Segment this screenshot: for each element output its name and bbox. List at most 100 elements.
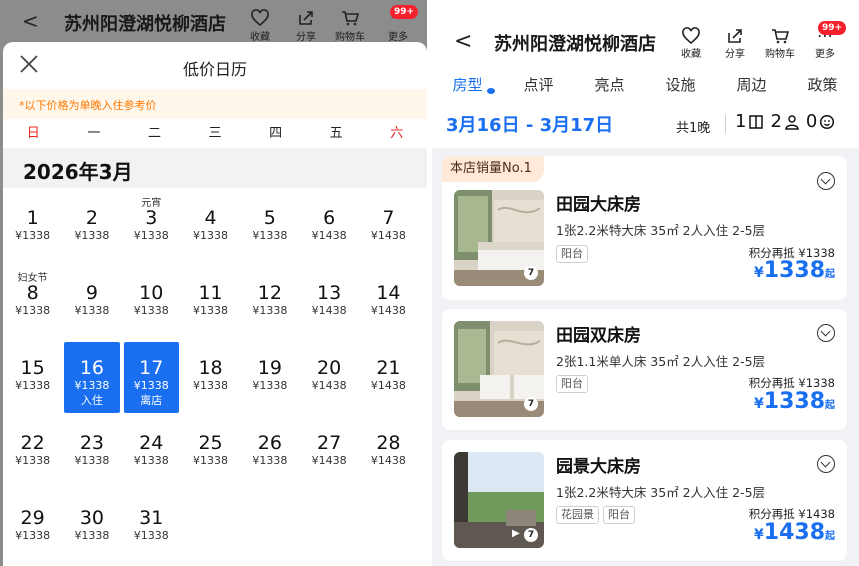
stay-selector[interactable]: 3月16日 - 3月17日 共1晚 1 2 0 — [432, 108, 859, 140]
calendar-day-check-out[interactable]: 17 ¥1338 离店 — [122, 340, 181, 415]
calendar-day[interactable]: 30 ¥1338 — [62, 490, 121, 565]
calendar-day[interactable]: 28 ¥1438 — [359, 415, 418, 490]
calendar-day[interactable]: 6 ¥1438 — [299, 190, 358, 265]
favorite-button[interactable]: 收藏 — [240, 8, 280, 43]
calendar-day[interactable]: 元宵 3 ¥1338 — [122, 190, 181, 265]
day-number: 26 — [257, 432, 282, 454]
tab-label: 亮点 — [594, 76, 625, 94]
calendar-day[interactable]: 26 ¥1338 — [240, 415, 299, 490]
tab-highlights[interactable]: 亮点 — [574, 74, 645, 98]
favorite-label: 收藏 — [681, 49, 701, 60]
day-price: ¥1338 — [133, 529, 169, 542]
calendar-day[interactable]: 14 ¥1438 — [359, 265, 418, 340]
day-number: 16 — [79, 357, 105, 379]
day-number: 27 — [317, 432, 342, 454]
calendar-day[interactable]: 20 ¥1438 — [299, 340, 358, 415]
calendar-day[interactable]: 19 ¥1338 — [240, 340, 299, 415]
calendar-day[interactable]: 24 ¥1338 — [122, 415, 181, 490]
weekday-header: 日 一 二 三 四 五 六 — [3, 120, 427, 148]
calendar-day[interactable]: 1 ¥1338 — [3, 190, 62, 265]
tab-reviews[interactable]: 点评 — [503, 74, 574, 98]
favorite-button[interactable]: 收藏 — [669, 27, 713, 60]
calendar-day[interactable]: 27 ¥1438 — [299, 415, 358, 490]
calendar-day[interactable]: 4 ¥1338 — [181, 190, 240, 265]
weekday-sun: 日 — [26, 126, 40, 141]
day-number: 18 — [198, 357, 223, 379]
calendar-day[interactable]: 2 ¥1338 — [62, 190, 121, 265]
share-button[interactable]: 分享 — [713, 27, 757, 60]
calendar-day[interactable]: 7 ¥1438 — [359, 190, 418, 265]
day-price: ¥1338 — [15, 529, 51, 542]
date-range[interactable]: 3月16日 - 3月17日 — [446, 111, 613, 137]
calendar-week: 妇女节 8 ¥1338 9 ¥1338 10 ¥1338 11 ¥1338 12 ¥1338 13 ¥1… — [3, 265, 427, 340]
calendar-day[interactable]: 妇女节 8 ¥1338 — [3, 265, 62, 340]
day-price: ¥1438 — [311, 229, 347, 242]
calendar-day[interactable]: 21 ¥1438 — [359, 340, 418, 415]
calendar-day[interactable]: 13 ¥1438 — [299, 265, 358, 340]
play-icon: ▶ — [512, 528, 520, 539]
tab-label: 点评 — [523, 76, 554, 94]
room-spec: 2张1.1米单人床 35㎡ 2人入住 2-5层 — [556, 354, 766, 369]
calendar-week: 29 ¥1338 30 ¥1338 31 ¥1338 — [3, 490, 427, 565]
children-count: 0 — [805, 111, 818, 132]
cart-button[interactable]: 购物车 — [758, 27, 802, 60]
day-number: 25 — [198, 432, 223, 454]
day-number: 22 — [20, 432, 45, 454]
room-photo[interactable]: 7 — [454, 190, 544, 286]
heart-icon — [682, 27, 700, 45]
share-button[interactable]: 分享 — [286, 8, 326, 43]
calendar-day[interactable]: 31 ¥1338 — [122, 490, 181, 565]
room-photo[interactable]: 7 — [454, 321, 544, 417]
room-spec: 1张2.2米特大床 35㎡ 2人入住 2-5层 — [556, 485, 766, 500]
check-out-label: 离店 — [140, 394, 163, 407]
tab-policy[interactable]: 政策 — [787, 74, 858, 98]
cart-badge: 99+ — [818, 21, 847, 35]
day-number: 8 — [26, 282, 39, 304]
share-icon — [728, 29, 742, 43]
occupancy-selector[interactable]: 1 2 0 — [735, 111, 835, 132]
calendar-day[interactable]: 18 ¥1338 — [181, 340, 240, 415]
dimmed-page-header: < 苏州阳澄湖悦柳酒店 收藏 分享 购物车 ⋯ 更多 99+ — [0, 0, 427, 43]
calendar-week: 1 ¥1338 2 ¥1338 元宵 3 ¥1338 4 ¥1338 5 ¥1338 6 ¥1438 7 ¥… — [3, 190, 427, 265]
calendar-day-check-in[interactable]: 16 ¥1338 入住 — [62, 340, 121, 415]
day-price: ¥1338 — [133, 379, 169, 392]
photo-count: 7 — [524, 397, 538, 411]
room-page-header: < 苏州阳澄湖悦柳酒店 收藏 分享 购物车 ⋯ 更多 99+ 房型 点评 亮点 … — [432, 0, 859, 148]
chevron-down-icon[interactable] — [817, 172, 835, 190]
day-number: 10 — [139, 282, 164, 304]
room-card[interactable]: 本店销量No.1 7 田园大床房 1张2.2米特大床 35㎡ 2人入住 2-5层… — [442, 156, 847, 300]
child-icon — [820, 114, 835, 129]
day-price: ¥1438 — [370, 454, 406, 467]
day-price: ¥1338 — [133, 454, 169, 467]
calendar-day[interactable]: 10 ¥1338 — [122, 265, 181, 340]
cart-icon — [772, 29, 790, 44]
tab-label: 政策 — [807, 76, 838, 94]
calendar-overlay-panel: < 苏州阳澄湖悦柳酒店 收藏 分享 购物车 ⋯ 更多 99+ — [0, 0, 427, 566]
back-icon[interactable]: < — [22, 9, 39, 33]
room-photo[interactable]: ▶ 7 — [454, 452, 544, 548]
day-price: ¥1438 — [311, 379, 347, 392]
cart-button[interactable]: 购物车 — [330, 8, 370, 43]
calendar-day[interactable]: 5 ¥1338 — [240, 190, 299, 265]
calendar-day[interactable]: 12 ¥1338 — [240, 265, 299, 340]
chevron-down-icon[interactable] — [817, 455, 835, 473]
calendar-day[interactable]: 11 ¥1338 — [181, 265, 240, 340]
calendar-day[interactable]: 15 ¥1338 — [3, 340, 62, 415]
back-icon[interactable]: < — [454, 29, 472, 54]
calendar-day[interactable]: 22 ¥1338 — [3, 415, 62, 490]
adult-icon — [785, 114, 799, 130]
cart-label: 购物车 — [765, 49, 795, 60]
room-card[interactable]: 7 田园双床房 2张1.1米单人床 35㎡ 2人入住 2-5层 阳台 积分再抵 … — [442, 309, 847, 430]
tab-rooms[interactable]: 房型 — [432, 74, 503, 98]
tab-nearby[interactable]: 周边 — [716, 74, 787, 98]
calendar-day[interactable]: 25 ¥1338 — [181, 415, 240, 490]
calendar-day[interactable]: 29 ¥1338 — [3, 490, 62, 565]
tab-facilities[interactable]: 设施 — [645, 74, 716, 98]
day-price: ¥1338 — [15, 454, 51, 467]
chevron-down-icon[interactable] — [817, 324, 835, 342]
room-tags: 阳台 — [556, 245, 588, 263]
price-amount: 1338 — [763, 389, 825, 414]
calendar-day[interactable]: 9 ¥1338 — [62, 265, 121, 340]
room-card[interactable]: ▶ 7 园景大床房 1张2.2米特大床 35㎡ 2人入住 2-5层 花园景 阳台… — [442, 440, 847, 561]
calendar-day[interactable]: 23 ¥1338 — [62, 415, 121, 490]
